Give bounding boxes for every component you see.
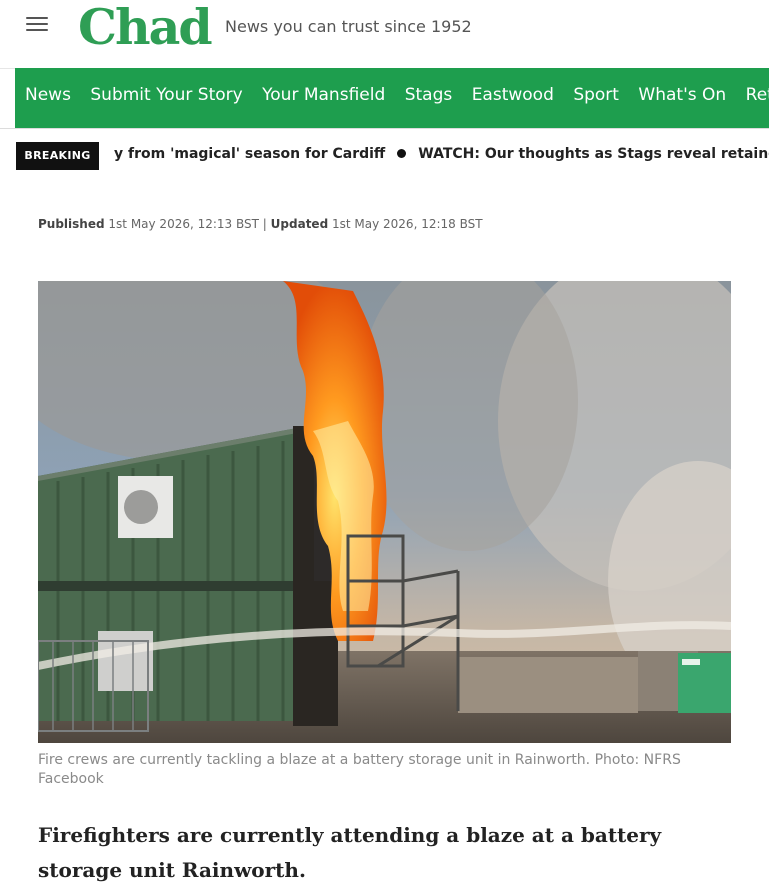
hamburger-menu-icon[interactable] xyxy=(26,17,48,35)
image-caption: Fire crews are currently tackling a blaz… xyxy=(38,752,681,787)
nav-item-eastwood[interactable]: Eastwood xyxy=(472,68,554,122)
nav-item-submit-your-story[interactable]: Submit Your Story xyxy=(90,68,242,122)
nav-item-sport[interactable]: Sport xyxy=(573,68,619,122)
site-logo[interactable]: Chad xyxy=(78,0,213,56)
bullet-icon xyxy=(397,149,407,158)
meta-separator: | xyxy=(262,217,267,231)
nav-item-news[interactable]: News xyxy=(25,68,71,122)
updated-time: 1st May 2026, 12:18 BST xyxy=(332,217,483,231)
nav-item-your-mansfield[interactable]: Your Mansfield xyxy=(262,68,385,122)
nav-item-stags[interactable]: Stags xyxy=(405,68,453,122)
ticker-item[interactable]: y from 'magical' season for Cardiff xyxy=(114,146,385,162)
nav-item-retro[interactable]: Retro xyxy=(746,68,769,122)
ticker-item[interactable]: WATCH: Our thoughts as Stags reveal reta… xyxy=(418,146,769,162)
nav-item-whats-on[interactable]: What's On xyxy=(638,68,726,122)
site-header: Chad News you can trust since 1952 xyxy=(0,0,769,69)
breaking-label: BREAKING xyxy=(16,142,99,170)
site-tagline: News you can trust since 1952 xyxy=(225,17,472,36)
published-label: Published xyxy=(38,217,105,231)
main-navigation: News Submit Your Story Your Mansfield St… xyxy=(15,68,769,128)
published-time: 1st May 2026, 12:13 BST xyxy=(108,217,259,231)
article-photo[interactable] xyxy=(38,281,731,743)
article-lede: Firefighters are currently attending a b… xyxy=(38,823,662,882)
updated-label: Updated xyxy=(270,217,329,231)
nav-divider xyxy=(0,128,769,129)
publish-info: Published 1st May 2026, 12:13 BST | Upda… xyxy=(38,217,483,231)
breaking-ticker: y from 'magical' season for Cardiff WATCH… xyxy=(114,146,769,168)
